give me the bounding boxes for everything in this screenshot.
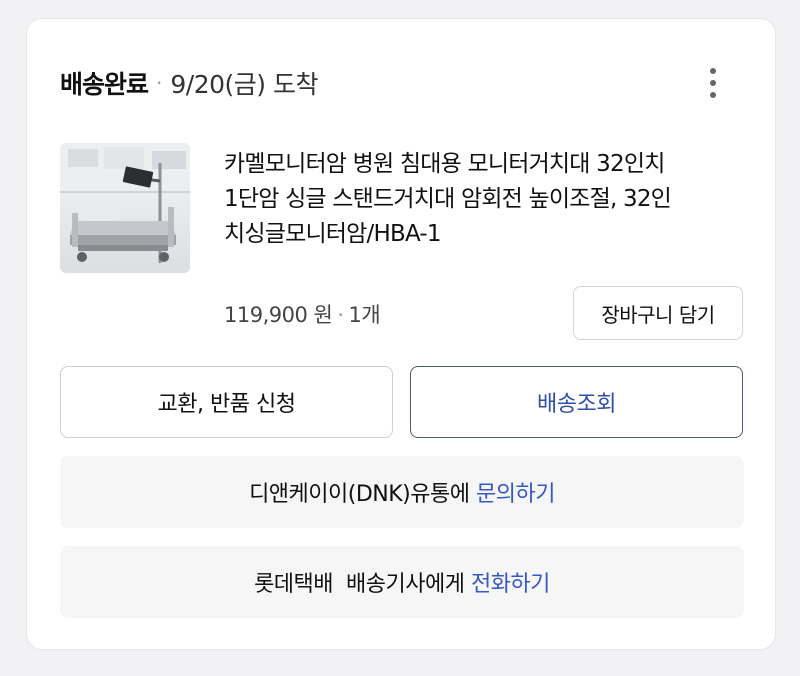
hospital-bed-image <box>60 143 190 273</box>
product-price: 119,900 원 <box>224 303 333 327</box>
seller-inquiry-text: 디앤케이이(DNK)유통에 <box>249 482 476 507</box>
action-button-row: 교환, 반품 신청 배송조회 <box>60 366 744 440</box>
product-quantity: 1개 <box>348 303 381 327</box>
more-options-button[interactable] <box>701 63 725 103</box>
courier-call-row[interactable]: 롯데택배 배송기사에게 전화하기 <box>60 546 744 618</box>
order-header: 배송완료 · 9/20(금) 도착 <box>60 65 318 101</box>
header-separator: · <box>156 71 163 95</box>
price-quantity: 119,900 원 · 1개 <box>224 299 381 329</box>
delivery-status: 배송완료 <box>60 70 149 99</box>
seller-inquiry-row[interactable]: 디앤케이이(DNK)유통에 문의하기 <box>60 456 744 528</box>
add-to-cart-button[interactable]: 장바구니 담기 <box>573 286 743 340</box>
arrival-date: 9/20(금) 도착 <box>170 70 318 99</box>
more-vertical-icon <box>710 68 716 98</box>
call-link[interactable]: 전화하기 <box>471 566 550 598</box>
inquiry-link[interactable]: 문의하기 <box>476 476 555 508</box>
price-separator: · <box>337 303 344 327</box>
product-thumbnail[interactable] <box>60 143 190 273</box>
order-card: 배송완료 · 9/20(금) 도착 카멜모니터암 병원 침대용 모니터거치대 3… <box>26 18 776 650</box>
courier-call-text: 롯데택배 배송기사에게 <box>254 572 471 597</box>
delivery-tracking-button[interactable]: 배송조회 <box>410 366 743 438</box>
exchange-return-button[interactable]: 교환, 반품 신청 <box>60 366 393 438</box>
product-name[interactable]: 카멜모니터암 병원 침대용 모니터거치대 32인치 1단암 싱글 스탠드거치대 … <box>224 147 764 252</box>
